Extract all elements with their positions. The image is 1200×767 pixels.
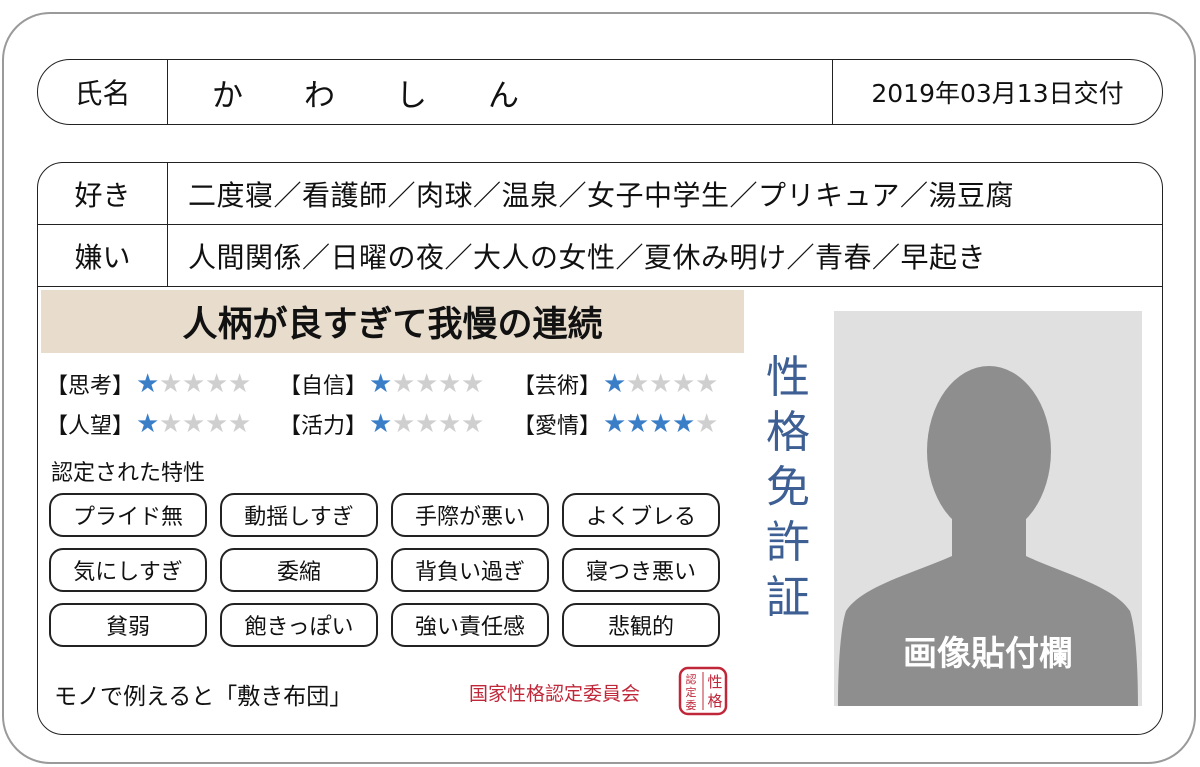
stat-vitality: 【活力】 ★ ★ ★ ★ ★ — [279, 406, 484, 442]
seal-stamp-icon: 性 格 認 定 委 — [678, 666, 728, 716]
stat-label: 【思考】 — [46, 374, 135, 399]
dislikes-value: 人間関係／日曜の夜／大人の女性／夏休み明け／青春／早起き — [188, 240, 987, 274]
star-empty-icon: ★ — [228, 409, 252, 439]
likes-value: 二度寝／看護師／肉球／温泉／女子中学生／プリキュア／湯豆腐 — [188, 178, 1014, 212]
star-filled-icon: ★ — [649, 409, 673, 439]
star-rating: ★ ★ ★ ★ ★ — [136, 411, 251, 437]
object-example: モノで例えると「敷き布団」 — [54, 684, 353, 710]
stat-confidence: 【自信】 ★ ★ ★ ★ ★ — [279, 366, 484, 402]
stat-label: 【活力】 — [279, 414, 368, 439]
dislikes-row: 嫌い 人間関係／日曜の夜／大人の女性／夏休み明け／青春／早起き — [38, 225, 1162, 287]
trait-badge: プライド無 — [49, 493, 207, 537]
star-empty-icon: ★ — [182, 409, 206, 439]
star-empty-icon: ★ — [159, 369, 183, 399]
trait-badge: 動揺しすぎ — [220, 493, 378, 537]
title-char: 格 — [766, 407, 810, 458]
title-char: 証 — [766, 572, 810, 623]
svg-text:定: 定 — [686, 685, 697, 699]
star-rating: ★ ★ ★ ★ ★ — [369, 411, 484, 437]
name-value: かわしん — [212, 77, 580, 114]
trait-badge: 手際が悪い — [391, 493, 549, 537]
stat-label: 【自信】 — [279, 374, 368, 399]
stat-thinking: 【思考】 ★ ★ ★ ★ ★ — [46, 366, 251, 402]
star-empty-icon: ★ — [182, 369, 206, 399]
star-empty-icon: ★ — [415, 409, 439, 439]
star-empty-icon: ★ — [415, 369, 439, 399]
likes-label: 好き — [38, 163, 168, 224]
title-char: 性 — [766, 352, 810, 403]
trait-badge: 気にしすぎ — [49, 548, 207, 592]
star-empty-icon: ★ — [205, 409, 229, 439]
star-rating: ★ ★ ★ ★ ★ — [603, 411, 718, 437]
star-rating: ★ ★ ★ ★ ★ — [136, 371, 251, 397]
title-char: 許 — [766, 517, 810, 568]
personality-headline: 人柄が良すぎて我慢の連続 — [41, 290, 744, 353]
committee-name: 国家性格認定委員会 — [469, 683, 641, 705]
stat-affection: 【愛情】 ★ ★ ★ ★ ★ — [513, 406, 718, 442]
star-filled-icon: ★ — [369, 369, 393, 399]
star-empty-icon: ★ — [228, 369, 252, 399]
stat-art: 【芸術】 ★ ★ ★ ★ ★ — [513, 366, 718, 402]
traits-title: 認定された特性 — [51, 461, 206, 486]
trait-badge: 強い責任感 — [391, 603, 549, 647]
photo-label: 画像貼付欄 — [903, 634, 1073, 674]
stat-label: 【人望】 — [46, 414, 135, 439]
license-title-vertical: 性格免許証 — [758, 350, 818, 625]
trait-badge: 委縮 — [220, 548, 378, 592]
star-filled-icon: ★ — [626, 409, 650, 439]
trait-badge: 悲観的 — [562, 603, 720, 647]
star-filled-icon: ★ — [603, 409, 627, 439]
dislikes-label: 嫌い — [38, 225, 168, 286]
photo-placeholder: 画像貼付欄 — [834, 311, 1142, 706]
star-filled-icon: ★ — [136, 369, 160, 399]
star-empty-icon: ★ — [438, 409, 462, 439]
main-info-box: 好き 二度寝／看護師／肉球／温泉／女子中学生／プリキュア／湯豆腐 嫌い 人間関係… — [37, 162, 1163, 735]
license-card: 氏名 かわしん 2019年03月13日交付 好き 二度寝／看護師／肉球／温泉／女… — [2, 12, 1196, 764]
svg-text:格: 格 — [707, 692, 722, 710]
star-empty-icon: ★ — [672, 369, 696, 399]
stat-label: 【愛情】 — [513, 414, 602, 439]
star-empty-icon: ★ — [649, 369, 673, 399]
stat-label: 【芸術】 — [513, 374, 602, 399]
star-empty-icon: ★ — [159, 409, 183, 439]
likes-row: 好き 二度寝／看護師／肉球／温泉／女子中学生／プリキュア／湯豆腐 — [38, 163, 1162, 225]
star-empty-icon: ★ — [392, 409, 416, 439]
star-filled-icon: ★ — [136, 409, 160, 439]
star-empty-icon: ★ — [695, 409, 719, 439]
star-empty-icon: ★ — [461, 369, 485, 399]
issue-date: 2019年03月13日交付 — [832, 60, 1162, 124]
trait-badge: 背負い過ぎ — [391, 548, 549, 592]
trait-badge: 貧弱 — [49, 603, 207, 647]
trait-badge: 飽きっぽい — [220, 603, 378, 647]
star-empty-icon: ★ — [461, 409, 485, 439]
svg-text:認: 認 — [686, 672, 697, 686]
name-row: 氏名 かわしん 2019年03月13日交付 — [37, 59, 1163, 125]
star-empty-icon: ★ — [205, 369, 229, 399]
stat-popularity: 【人望】 ★ ★ ★ ★ ★ — [46, 406, 251, 442]
star-empty-icon: ★ — [695, 369, 719, 399]
star-empty-icon: ★ — [626, 369, 650, 399]
svg-text:委: 委 — [686, 699, 697, 712]
svg-text:性: 性 — [707, 673, 722, 691]
name-label: 氏名 — [38, 60, 168, 124]
title-char: 免 — [766, 462, 810, 513]
star-empty-icon: ★ — [438, 369, 462, 399]
star-filled-icon: ★ — [369, 409, 393, 439]
star-filled-icon: ★ — [672, 409, 696, 439]
traits-grid: プライド無 動揺しすぎ 手際が悪い よくブレる 気にしすぎ 委縮 背負い過ぎ 寝… — [49, 493, 729, 653]
star-rating: ★ ★ ★ ★ ★ — [369, 371, 484, 397]
star-filled-icon: ★ — [603, 369, 627, 399]
trait-badge: よくブレる — [562, 493, 720, 537]
star-empty-icon: ★ — [392, 369, 416, 399]
star-rating: ★ ★ ★ ★ ★ — [603, 371, 718, 397]
trait-badge: 寝つき悪い — [562, 548, 720, 592]
